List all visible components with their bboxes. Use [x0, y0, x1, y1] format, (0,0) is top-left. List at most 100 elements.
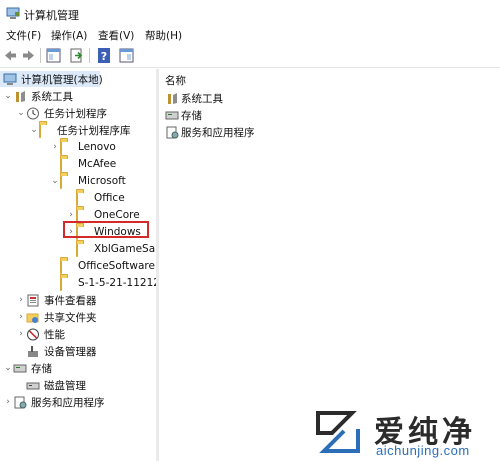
- action-pane-icon[interactable]: [118, 47, 135, 64]
- chevron-down-icon[interactable]: ⌄: [29, 122, 39, 138]
- menu-help[interactable]: 帮助(H): [145, 28, 182, 43]
- chevron-right-icon[interactable]: ›: [16, 309, 26, 325]
- back-arrow-icon[interactable]: [2, 47, 19, 64]
- tree-item-task-scheduler[interactable]: ⌄ 任务计划程序: [16, 105, 107, 121]
- menu-file[interactable]: 文件(F): [6, 28, 41, 43]
- folder-icon: [76, 207, 90, 223]
- tree-item-task-library[interactable]: ⌄ 任务计划程序库: [29, 122, 131, 138]
- tree-item-disk-management[interactable]: 磁盘管理: [16, 377, 86, 393]
- toolbar: ?: [0, 44, 500, 68]
- list-item-system-tools[interactable]: 系统工具: [165, 90, 223, 106]
- title-bar: 计算机管理: [0, 0, 500, 28]
- folder-icon: [60, 275, 74, 291]
- folder-icon: [60, 139, 74, 155]
- disk-management-icon: [26, 379, 40, 392]
- computer-management-icon: [3, 73, 17, 86]
- tree-item-microsoft[interactable]: ⌄ Microsoft: [50, 173, 126, 189]
- list-item-services-apps[interactable]: 服务和应用程序: [165, 124, 255, 140]
- watermark-logo-icon: [312, 405, 364, 457]
- folder-icon: [76, 241, 90, 257]
- column-header-name[interactable]: 名称: [165, 73, 186, 88]
- tree-item-xblgamesave[interactable]: XblGameSa: [66, 241, 155, 257]
- tree-label: 任务计划程序库: [57, 124, 131, 137]
- tree-label: 服务和应用程序: [31, 396, 105, 409]
- chevron-right-icon[interactable]: ›: [50, 139, 60, 155]
- chevron-down-icon[interactable]: ⌄: [3, 360, 13, 376]
- performance-icon: [26, 328, 40, 341]
- event-viewer-icon: [26, 294, 40, 307]
- tree-item-mcafee[interactable]: McAfee: [50, 156, 116, 172]
- folder-icon: [60, 258, 74, 274]
- toolbar-separator: [40, 48, 41, 63]
- tree-label: 系统工具: [31, 90, 73, 103]
- tree-label: S-1-5-21-11212: [78, 277, 156, 289]
- tree-label: 计算机管理(本地): [21, 73, 103, 86]
- list-item-label: 存储: [181, 109, 202, 122]
- device-manager-icon: [26, 345, 40, 358]
- window-title: 计算机管理: [24, 9, 79, 22]
- tree-label: 共享文件夹: [44, 311, 97, 324]
- show-hide-console-tree-icon[interactable]: [45, 47, 62, 64]
- tree-label: 事件查看器: [44, 294, 97, 307]
- tree-label: 磁盘管理: [44, 379, 86, 392]
- system-tools-icon: [13, 90, 27, 103]
- services-icon: [13, 396, 27, 409]
- tree-item-shared-folders[interactable]: › 共享文件夹: [16, 309, 97, 325]
- tree-item-services-apps[interactable]: › 服务和应用程序: [3, 394, 105, 410]
- folder-icon: [39, 122, 53, 138]
- services-icon: [165, 126, 179, 139]
- watermark: 爱纯净 aichunjing.com: [312, 405, 500, 461]
- tree-item-sid[interactable]: S-1-5-21-11212: [50, 275, 156, 291]
- storage-icon: [13, 362, 27, 375]
- windows-highlight-box: [63, 221, 149, 238]
- tree-item-system-tools[interactable]: ⌄ 系统工具: [3, 88, 73, 104]
- list-item-storage[interactable]: 存储: [165, 107, 202, 123]
- forward-arrow-icon[interactable]: [20, 47, 37, 64]
- tree-item-performance[interactable]: › 性能: [16, 326, 65, 342]
- tree-label: OfficeSoftware: [78, 260, 155, 272]
- tree-item-device-manager[interactable]: 设备管理器: [16, 343, 97, 359]
- export-list-icon[interactable]: [68, 47, 85, 64]
- tree-label: 任务计划程序: [44, 107, 107, 120]
- list-item-label: 系统工具: [181, 92, 223, 105]
- menu-bar: 文件(F) 操作(A) 查看(V) 帮助(H): [0, 27, 500, 43]
- tree-label: OneCore: [94, 209, 140, 221]
- toolbar-separator: [89, 48, 90, 63]
- help-icon[interactable]: ?: [96, 47, 113, 64]
- tree-item-office[interactable]: Office: [66, 190, 125, 206]
- storage-icon: [165, 109, 179, 122]
- folder-icon: [60, 173, 74, 189]
- chevron-right-icon[interactable]: ›: [3, 394, 13, 410]
- system-tools-icon: [165, 92, 179, 105]
- menu-view[interactable]: 查看(V): [98, 28, 134, 43]
- chevron-right-icon[interactable]: ›: [16, 326, 26, 342]
- shared-folder-icon: [26, 311, 40, 324]
- tree-label: Microsoft: [78, 175, 126, 187]
- tree-label: XblGameSa: [94, 243, 156, 255]
- chevron-down-icon[interactable]: ⌄: [3, 88, 13, 104]
- tree-label: Office: [94, 192, 125, 204]
- chevron-down-icon[interactable]: ⌄: [50, 173, 60, 189]
- menu-action[interactable]: 操作(A): [51, 28, 87, 43]
- watermark-en: aichunjing.com: [376, 443, 470, 458]
- folder-icon: [76, 190, 90, 206]
- chevron-right-icon[interactable]: ›: [16, 292, 26, 308]
- svg-text:?: ?: [101, 50, 107, 63]
- tree-label: 性能: [44, 328, 65, 341]
- tree-item-root[interactable]: 计算机管理(本地): [0, 71, 103, 87]
- tree-item-officesoftware[interactable]: OfficeSoftware: [50, 258, 155, 274]
- tree-item-storage[interactable]: ⌄ 存储: [3, 360, 52, 376]
- list-item-label: 服务和应用程序: [181, 126, 255, 139]
- tree-item-event-viewer[interactable]: › 事件查看器: [16, 292, 97, 308]
- console-tree: 计算机管理(本地) ⌄ 系统工具 ⌄ 任务计划程序 ⌄ 任务计划程序库 › Le…: [0, 69, 156, 461]
- tree-item-lenovo[interactable]: › Lenovo: [50, 139, 116, 155]
- tree-label: 存储: [31, 362, 52, 375]
- chevron-down-icon[interactable]: ⌄: [16, 105, 26, 121]
- tree-label: McAfee: [78, 158, 117, 170]
